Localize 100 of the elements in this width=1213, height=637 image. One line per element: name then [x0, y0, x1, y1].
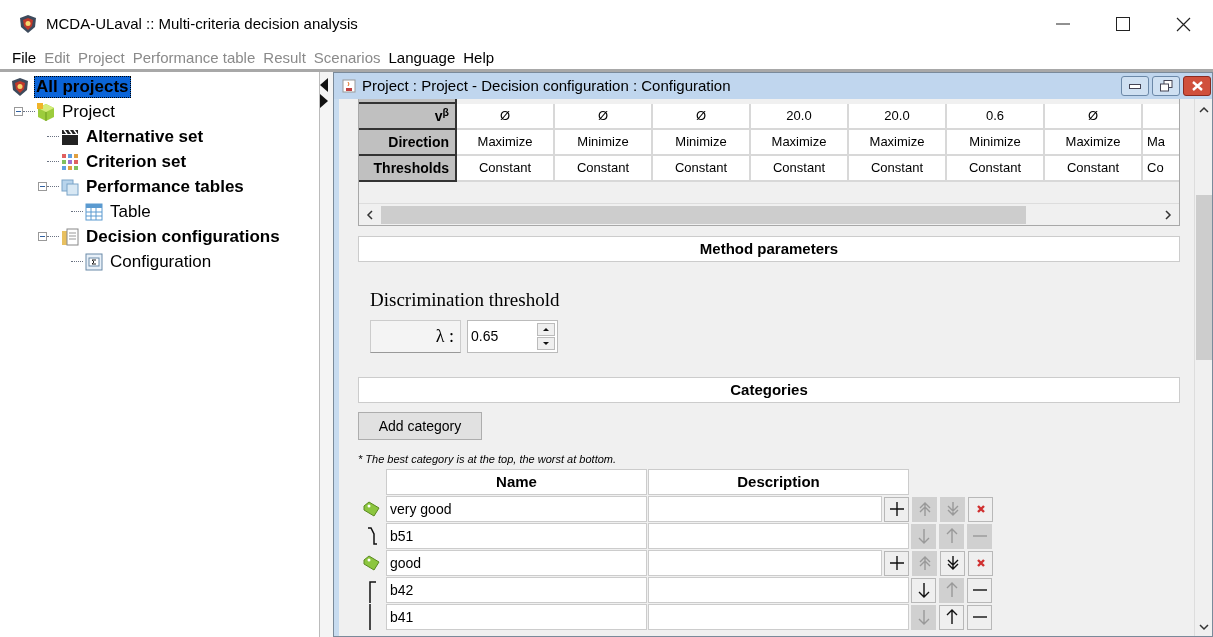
row-header: v$^{β}$ — [359, 104, 457, 130]
close-icon — [1175, 16, 1191, 32]
tree-item[interactable]: Decision configurations — [84, 225, 282, 248]
tree-item[interactable]: Criterion set — [84, 150, 189, 173]
plus-icon — [888, 555, 905, 571]
minus-icon — [972, 535, 987, 537]
cube-icon — [36, 101, 56, 122]
delete-button[interactable] — [968, 550, 993, 576]
internal-window-title: Project : Project - Decision configuration : Configuration — [362, 75, 731, 96]
minus-icon — [972, 616, 987, 618]
horizontal-scrollbar[interactable] — [359, 203, 1179, 225]
scrollbar-thumb[interactable] — [381, 205, 1026, 224]
add-button[interactable] — [884, 550, 909, 576]
delete-icon — [975, 504, 986, 514]
add-category-button[interactable]: Add category — [358, 412, 482, 440]
grid-icon — [60, 151, 80, 172]
scroll-right-icon[interactable] — [1163, 209, 1173, 220]
table-cell: Ø — [457, 104, 555, 130]
table-icon — [84, 201, 104, 222]
window-title: MCDA-ULaval :: Multi-criteria decision analysis — [46, 13, 358, 34]
menu-item[interactable]: Help — [463, 46, 495, 70]
move-down-button[interactable] — [911, 577, 936, 603]
delete-button[interactable] — [968, 496, 993, 522]
scroll-up-icon[interactable] — [1198, 105, 1209, 115]
tables-icon — [60, 176, 80, 197]
table-cell: 0.6 — [947, 104, 1045, 130]
scroll-left-icon[interactable] — [365, 209, 375, 220]
tag-icon — [363, 555, 381, 571]
remove-button[interactable] — [967, 577, 992, 603]
app-logo-icon — [18, 14, 38, 34]
menu-item[interactable]: Language — [388, 46, 456, 70]
collapse-icon[interactable] — [38, 182, 47, 191]
table-cell: 20.0 — [849, 104, 947, 130]
tree-item[interactable]: All projects — [34, 75, 131, 98]
column-header: Description — [648, 469, 909, 495]
name-field[interactable]: b42 — [386, 577, 647, 603]
add-button[interactable] — [884, 496, 909, 522]
minimize-icon — [1056, 23, 1070, 25]
tree-item[interactable]: Configuration — [108, 250, 214, 273]
name-field[interactable]: b41 — [386, 604, 647, 630]
table-cell: Constant — [457, 156, 555, 182]
table-cell: Minimize — [555, 130, 653, 156]
maximize-icon — [1116, 17, 1130, 31]
tag-icon — [363, 501, 381, 517]
restore-icon — [1159, 80, 1173, 92]
collapse-icon[interactable] — [38, 232, 47, 241]
tree-item[interactable]: Alternative set — [84, 125, 206, 148]
note-text: * The best category is at the top, the worst at bottom. — [358, 452, 618, 467]
decrement-icon[interactable] — [537, 337, 555, 350]
table-cell: Constant — [751, 156, 849, 182]
scrollbar-thumb[interactable] — [1195, 195, 1212, 360]
tree-item[interactable]: Project — [60, 100, 117, 123]
sigma-document-icon — [84, 251, 104, 272]
name-field[interactable]: very good — [386, 496, 647, 522]
parameter-label: Discrimination threshold — [370, 288, 561, 312]
lambda-label: λ : — [370, 320, 461, 353]
name-field[interactable]: b51 — [386, 523, 647, 549]
table-cell: Constant — [1045, 156, 1143, 182]
move-up-button[interactable] — [939, 604, 964, 630]
table-cell: 20.0 — [751, 104, 849, 130]
description-field[interactable] — [648, 577, 909, 603]
bracket-icon — [366, 526, 378, 546]
table-cell: Minimize — [947, 130, 1045, 156]
description-field[interactable] — [648, 604, 909, 630]
restore-button[interactable] — [1152, 76, 1180, 96]
table-cell: Ma — [1143, 130, 1179, 156]
table-cell: Ø — [653, 104, 751, 130]
tree-item[interactable]: Performance tables — [84, 175, 246, 198]
section-header: Method parameters — [358, 236, 1180, 262]
table-cell: Maximize — [751, 130, 849, 156]
description-field[interactable] — [648, 523, 909, 549]
minimize-button[interactable] — [1121, 76, 1149, 96]
table-cell: Constant — [555, 156, 653, 182]
table-cell: Constant — [653, 156, 751, 182]
minus-icon — [972, 589, 987, 591]
folder-document-icon — [60, 226, 80, 247]
table-cell: Ø — [1045, 104, 1143, 130]
menu-item[interactable]: File — [12, 46, 37, 70]
row-header: Direction — [359, 130, 457, 156]
table-cell: Maximize — [1045, 130, 1143, 156]
description-field[interactable] — [648, 496, 882, 522]
collapse-icon[interactable] — [14, 107, 23, 116]
tree-item[interactable]: Table — [108, 200, 153, 223]
close-icon — [1191, 81, 1203, 91]
close-button[interactable] — [1183, 76, 1211, 96]
table-cell: Maximize — [849, 130, 947, 156]
move-bottom-button[interactable] — [940, 550, 965, 576]
table-cell: Ø — [555, 104, 653, 130]
number-spinner[interactable]: 0.65 — [467, 320, 558, 353]
vertical-scrollbar[interactable] — [1194, 99, 1212, 636]
name-field[interactable]: good — [386, 550, 647, 576]
shield-icon — [10, 76, 30, 97]
java-cup-icon — [342, 79, 356, 93]
row-header: Thresholds — [359, 156, 457, 182]
remove-button[interactable] — [967, 604, 992, 630]
column-header: Name — [386, 469, 647, 495]
delete-icon — [975, 558, 986, 568]
description-field[interactable] — [648, 550, 882, 576]
increment-icon[interactable] — [537, 323, 555, 336]
scroll-down-icon[interactable] — [1198, 622, 1209, 632]
